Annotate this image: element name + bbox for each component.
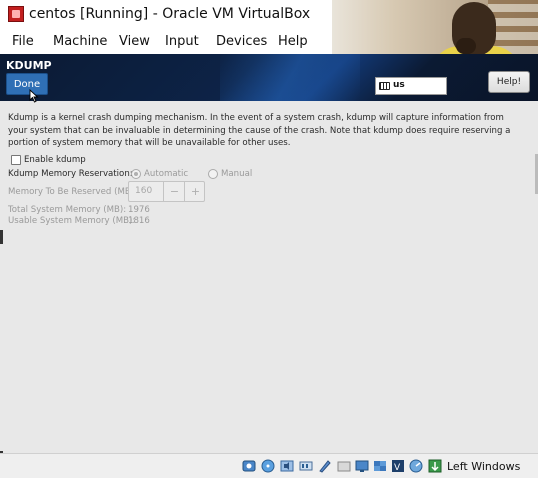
menu-machine[interactable]: Machine [53,34,107,49]
menu-input[interactable]: Input [165,34,199,49]
mouse-integration-icon[interactable] [428,459,442,473]
vm-screen: KDUMP Done us Help! Kdump is a kernel cr… [0,54,538,461]
total-memory-value: 1976 [128,205,150,215]
radio-automatic[interactable] [131,169,141,179]
installer-header: KDUMP Done us Help! [0,54,538,101]
keyboard-layout-indicator[interactable]: us [375,77,447,95]
menu-view[interactable]: View [119,34,150,49]
memory-reserve-stepper[interactable]: 160 − + [128,181,205,202]
enable-kdump-label: Enable kdump [24,155,86,165]
audio-icon[interactable] [280,459,294,473]
capture-icon[interactable]: V [391,459,405,473]
mouse-cursor-icon [29,89,39,103]
hard-disk-icon[interactable] [242,459,256,473]
radio-manual-label: Manual [221,169,253,179]
status-bar: V Left Windows [0,453,538,478]
host-key-label: Left Windows [447,460,521,473]
radio-automatic-label: Automatic [144,169,189,179]
presenter-hand [456,38,476,54]
reserve-label: Memory To Be Reserved (MB): [8,187,138,197]
usable-memory-label: Usable System Memory (MB): [8,216,136,226]
enable-kdump-checkbox[interactable] [11,155,21,165]
cpu-icon[interactable] [409,459,423,473]
kdump-description: Kdump is a kernel crash dumping mechanis… [8,113,511,148]
decrement-button[interactable]: − [163,182,185,201]
menu-file[interactable]: File [12,34,34,49]
display-icon[interactable] [355,459,369,473]
memory-reserve-value: 160 [135,186,153,196]
menu-devices[interactable]: Devices [216,34,267,49]
reservation-label: Kdump Memory Reservation: [8,169,133,179]
network-icon[interactable] [299,459,313,473]
optical-disk-icon[interactable] [261,459,275,473]
window-title: centos [Running] - Oracle VM VirtualBox [29,6,311,22]
section-title: KDUMP [6,59,52,72]
svg-text:V: V [394,463,401,473]
shared-folders-icon[interactable] [337,459,351,473]
edge-marker [0,230,3,244]
usb-icon[interactable] [318,459,332,473]
video-capture-icon[interactable] [373,459,387,473]
menu-help[interactable]: Help [278,34,308,49]
keyboard-icon [379,82,390,90]
total-memory-label: Total System Memory (MB): [8,205,127,215]
help-button[interactable]: Help! [488,71,530,93]
increment-button[interactable]: + [184,182,206,201]
keyboard-layout-label: us [393,80,405,90]
done-button[interactable]: Done [6,73,48,95]
radio-manual[interactable] [208,169,218,179]
usable-memory-value: 1816 [128,216,150,226]
virtualbox-app-icon [8,6,24,22]
